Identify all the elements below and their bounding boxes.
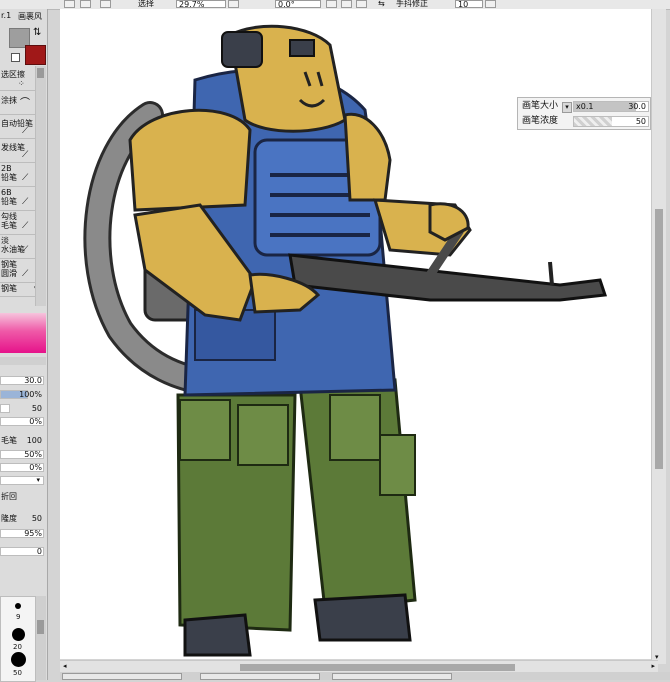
rotation-field[interactable]: 0.0° — [275, 0, 321, 9]
size-multiplier: x0.1 — [576, 102, 594, 111]
brush-row[interactable]: 毛笔 100 — [0, 435, 44, 446]
rotate-cw-button[interactable] — [356, 0, 367, 8]
brush-density-control[interactable]: 画笔浓度 50 — [520, 115, 649, 128]
zoom-label: 选择 — [138, 0, 154, 8]
dilution-value: 0% — [29, 463, 42, 472]
scroll-right-arrow-icon[interactable]: ▸ — [651, 662, 655, 670]
min-density-value: 0% — [29, 417, 42, 426]
zoom-dropdown-button[interactable] — [228, 0, 239, 8]
texture-value: 95% — [24, 529, 42, 538]
tool-label: 钢笔 圆滑 — [1, 260, 17, 278]
swap-colors-icon[interactable]: ⇅ — [33, 27, 41, 38]
scroll-thumb[interactable] — [240, 664, 515, 671]
dotted-icon: ⁘ — [18, 79, 25, 88]
document-tab[interactable] — [62, 673, 182, 680]
paper-label: 画裹风 — [18, 12, 42, 21]
zoom-field[interactable]: 29.7% — [176, 0, 226, 9]
pencil-icon: ⟋ — [22, 197, 29, 207]
brush-size-slider[interactable]: x0.1 30.0 — [573, 101, 649, 112]
texture-row[interactable]: 95% — [0, 528, 44, 539]
tool-list-scrollbar[interactable] — [35, 66, 46, 306]
tool-label: 6B 铅笔 — [1, 188, 17, 206]
color-slider-strip[interactable] — [0, 313, 46, 353]
chevron-down-icon[interactable]: ▾ — [562, 102, 572, 113]
brush-density-value: 50 — [635, 117, 646, 126]
tool-button[interactable] — [100, 0, 111, 8]
brush-size-value: 30.0 — [24, 376, 42, 385]
brush-size-control[interactable]: 画笔大小 ▾ x0.1 30.0 — [520, 100, 649, 113]
brush-size-label: 画笔大小 — [522, 101, 559, 111]
brush-icon: ⟋ — [22, 221, 29, 231]
tool-label: 2B 铅笔 — [1, 164, 17, 182]
brush-icon: ⟋ — [22, 245, 29, 255]
pen-icon: ⟋ — [22, 150, 29, 160]
extra-row[interactable]: 0 — [0, 546, 44, 557]
document-tab-bar — [60, 672, 670, 680]
brush-size-label: 9 — [16, 613, 21, 621]
brush-value: 100 — [26, 436, 42, 445]
blend-row[interactable]: 50% — [0, 449, 44, 460]
dilution-row[interactable]: 0% — [0, 462, 44, 473]
rotate-reset-button[interactable] — [341, 0, 352, 8]
reset-colors-icon[interactable] — [11, 53, 20, 62]
brush-size-label: 50 — [13, 669, 22, 677]
document-tab[interactable] — [200, 673, 320, 680]
brush-dot-icon[interactable] — [12, 628, 25, 641]
wrap-row[interactable]: 折回 — [0, 491, 44, 502]
intensity-value: 50 — [31, 514, 42, 523]
min-density-row[interactable]: 0% — [0, 416, 44, 427]
brush-density-label: 画笔浓度 — [522, 116, 559, 126]
intensity-label: 隆度 — [1, 514, 17, 523]
tool-panel: r.1 画裹风 ⇅ 选区擦 ⁘ 涂抹 ⌒ 自动铅笔 ⟋ 发线笔 ⟋ 2B 铅笔 … — [0, 9, 48, 682]
brush-size-value: 30.0 — [628, 102, 646, 111]
smudge-icon: ⌒ — [20, 98, 30, 109]
scroll-left-arrow-icon[interactable]: ◂ — [63, 662, 67, 670]
brush-size-presets: 9 20 50 — [0, 596, 36, 682]
pen-icon: ⟋ — [22, 269, 29, 279]
extra-value: 0 — [36, 547, 42, 556]
scroll-thumb[interactable] — [37, 68, 44, 78]
canvas-vertical-scrollbar[interactable]: ▾ — [651, 9, 666, 664]
brush-density-slider[interactable]: 50 — [573, 116, 649, 127]
tool-label: 选区擦 — [1, 70, 25, 79]
tool-button[interactable] — [64, 0, 75, 8]
stabilizer-dropdown-button[interactable] — [485, 0, 496, 8]
brush-size-row[interactable]: 30.0 — [0, 375, 44, 386]
min-size-value: 100% — [19, 390, 42, 399]
scroll-thumb[interactable] — [655, 209, 663, 469]
density-value: 50 — [31, 404, 42, 413]
flip-icon[interactable]: ⇆ — [378, 0, 385, 8]
brush-size-label: 20 — [13, 643, 22, 651]
chevron-down-icon: ▾ — [36, 476, 40, 484]
tool-button[interactable] — [80, 0, 91, 8]
density-row[interactable]: 50 — [0, 403, 44, 414]
brush-quick-palette: 画笔大小 ▾ x0.1 30.0 画笔浓度 50 — [517, 97, 651, 130]
brush-presets-scrollbar[interactable] — [35, 596, 46, 680]
blend-value: 50% — [24, 450, 42, 459]
document-tab[interactable] — [332, 673, 452, 680]
min-size-row[interactable]: 100% — [0, 389, 44, 400]
pencil-icon: ⟋ — [22, 126, 29, 136]
tool-label: 勾线 毛笔 — [1, 212, 17, 230]
color-mode-row[interactable] — [0, 357, 46, 365]
wrap-label: 折回 — [1, 492, 17, 501]
intensity-row[interactable]: 隆度 50 — [0, 513, 44, 524]
brush-dot-icon[interactable] — [11, 652, 26, 667]
rotate-ccw-button[interactable] — [326, 0, 337, 8]
brush-dot-icon[interactable] — [15, 603, 21, 609]
shape-dropdown[interactable]: ▾ — [0, 475, 44, 486]
tool-label: 涂抹 — [1, 96, 17, 105]
stabilizer-label: 手抖修正 — [396, 0, 428, 8]
tool-label: 钢笔 — [1, 284, 17, 293]
version-text: r.1 — [1, 11, 12, 20]
stabilizer-field[interactable]: 10 — [455, 0, 483, 9]
brush-label: 毛笔 — [1, 436, 17, 445]
scroll-thumb[interactable] — [37, 620, 44, 634]
primary-color-swatch[interactable] — [25, 45, 46, 65]
pencil-icon: ⟋ — [22, 173, 29, 183]
